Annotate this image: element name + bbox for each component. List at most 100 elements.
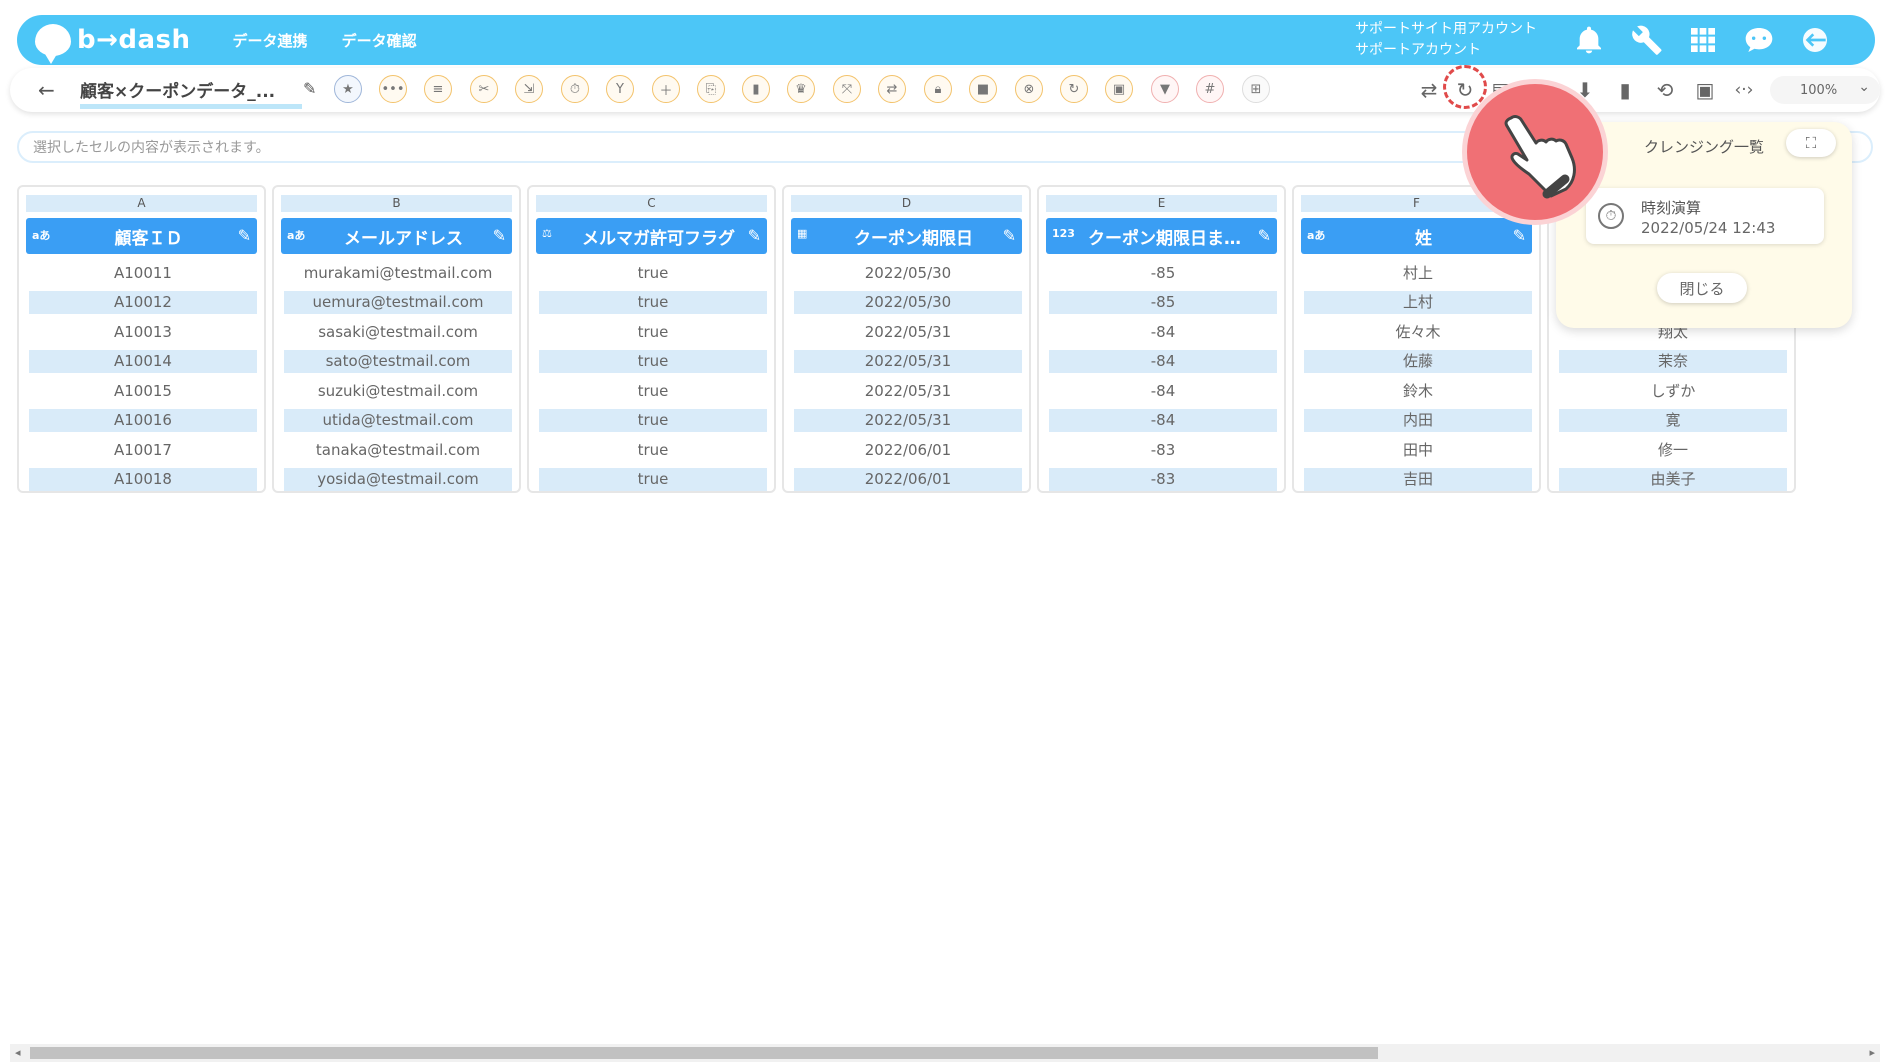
table-cell[interactable]: 茉奈 bbox=[1559, 350, 1787, 373]
table-cell[interactable]: -84 bbox=[1049, 409, 1277, 432]
box-icon[interactable]: ■ bbox=[969, 75, 997, 103]
scroll-right-icon[interactable]: ▸ bbox=[1869, 1046, 1875, 1059]
hash-icon[interactable]: # bbox=[1196, 75, 1224, 103]
zoom-select[interactable]: 100% ⌄ bbox=[1770, 76, 1880, 104]
column-letter[interactable]: C bbox=[536, 195, 767, 212]
column-header[interactable]: ▦ クーポン期限日 ✎ bbox=[791, 218, 1022, 254]
table-cell[interactable]: A10011 bbox=[29, 262, 257, 285]
table-cell[interactable]: 2022/06/01 bbox=[794, 439, 1022, 462]
table-cell[interactable]: 田中 bbox=[1304, 439, 1532, 462]
table-cell[interactable]: true bbox=[539, 380, 767, 403]
table-cell[interactable]: A10018 bbox=[29, 468, 257, 491]
close-button[interactable]: 閉じる bbox=[1657, 273, 1747, 303]
table-cell[interactable]: -84 bbox=[1049, 321, 1277, 344]
table-cell[interactable]: -84 bbox=[1049, 380, 1277, 403]
trash-icon[interactable]: ▮ bbox=[742, 75, 770, 103]
table-cell[interactable]: -83 bbox=[1049, 468, 1277, 491]
table-cell[interactable]: yosida@testmail.com bbox=[284, 468, 512, 491]
table-cell[interactable]: 上村 bbox=[1304, 291, 1532, 314]
expand-icon[interactable]: ⛶ bbox=[1786, 129, 1836, 157]
code-icon[interactable]: ‹·› bbox=[1730, 76, 1758, 104]
table-icon[interactable]: ⊞ bbox=[1242, 75, 1270, 103]
table-cell[interactable]: しずか bbox=[1559, 380, 1787, 403]
table-cell[interactable]: 2022/05/30 bbox=[794, 262, 1022, 285]
table-cell[interactable]: sasaki@testmail.com bbox=[284, 321, 512, 344]
scrollbar-thumb[interactable] bbox=[30, 1047, 1378, 1059]
back-arrow-icon[interactable]: ← bbox=[38, 78, 55, 102]
table-cell[interactable]: 吉田 bbox=[1304, 468, 1532, 491]
table-cell[interactable]: A10013 bbox=[29, 321, 257, 344]
account-info[interactable]: サポートサイト用アカウント サポートアカウント bbox=[1355, 19, 1537, 61]
table-cell[interactable]: 2022/05/31 bbox=[794, 350, 1022, 373]
table-cell[interactable]: 2022/06/01 bbox=[794, 468, 1022, 491]
camera-icon[interactable]: ▣ bbox=[1691, 76, 1719, 104]
more-icon[interactable]: ••• bbox=[379, 75, 407, 103]
table-cell[interactable]: true bbox=[539, 468, 767, 491]
table-cell[interactable]: A10016 bbox=[29, 409, 257, 432]
history-icon[interactable]: ⟲ bbox=[1651, 76, 1679, 104]
edit-pencil-icon[interactable]: ✎ bbox=[493, 226, 506, 245]
nav-data-check[interactable]: データ確認 bbox=[342, 30, 417, 51]
add-icon[interactable]: ＋ bbox=[652, 75, 680, 103]
scissors-icon[interactable]: ✂ bbox=[470, 75, 498, 103]
chat-icon[interactable] bbox=[1743, 24, 1775, 56]
edit-pencil-icon[interactable]: ✎ bbox=[238, 226, 251, 245]
table-cell[interactable]: 村上 bbox=[1304, 262, 1532, 285]
table-cell[interactable]: A10017 bbox=[29, 439, 257, 462]
table-cell[interactable]: tanaka@testmail.com bbox=[284, 439, 512, 462]
column-header[interactable]: aあ 顧客ＩＤ ✎ bbox=[26, 218, 257, 254]
column-letter[interactable]: A bbox=[26, 195, 257, 212]
table-cell[interactable]: 由美子 bbox=[1559, 468, 1787, 491]
table-cell[interactable]: A10014 bbox=[29, 350, 257, 373]
table-cell[interactable]: -85 bbox=[1049, 262, 1277, 285]
title-edit-icon[interactable]: ✎ bbox=[303, 79, 316, 98]
table-cell[interactable]: -85 bbox=[1049, 291, 1277, 314]
table-cell[interactable]: -84 bbox=[1049, 350, 1277, 373]
cancel-icon[interactable]: ⊗ bbox=[1015, 75, 1043, 103]
column-header[interactable]: aあ 姓 ✎ bbox=[1301, 218, 1532, 254]
cleansing-item[interactable]: ⏱ 時刻演算 2022/05/24 12:43 bbox=[1586, 188, 1824, 244]
edit-pencil-icon[interactable]: ✎ bbox=[1258, 226, 1271, 245]
table-cell[interactable]: true bbox=[539, 350, 767, 373]
column-letter[interactable]: D bbox=[791, 195, 1022, 212]
swap-icon[interactable]: ⇄ bbox=[878, 75, 906, 103]
table-cell[interactable]: 佐藤 bbox=[1304, 350, 1532, 373]
table-cell[interactable]: true bbox=[539, 262, 767, 285]
scroll-left-icon[interactable]: ◂ bbox=[15, 1046, 21, 1059]
nav-data-link[interactable]: データ連携 bbox=[233, 30, 308, 51]
column-header[interactable]: 123 クーポン期限日まで… ✎ bbox=[1046, 218, 1277, 254]
table-cell[interactable]: utida@testmail.com bbox=[284, 409, 512, 432]
list-icon[interactable]: ≡ bbox=[424, 75, 452, 103]
column-header[interactable]: aあ メールアドレス ✎ bbox=[281, 218, 512, 254]
filter-icon[interactable]: ▼ bbox=[1151, 75, 1179, 103]
table-cell[interactable]: sato@testmail.com bbox=[284, 350, 512, 373]
table-cell[interactable]: 寛 bbox=[1559, 409, 1787, 432]
logout-icon[interactable] bbox=[1799, 24, 1831, 56]
table-cell[interactable]: true bbox=[539, 409, 767, 432]
column-letter[interactable]: E bbox=[1046, 195, 1277, 212]
timer-icon[interactable]: ⏱ bbox=[561, 75, 589, 103]
refresh-tool-icon[interactable]: ↻ bbox=[1060, 75, 1088, 103]
edit-pencil-icon[interactable]: ✎ bbox=[1003, 226, 1016, 245]
table-cell[interactable]: true bbox=[539, 291, 767, 314]
page-title[interactable]: 顧客×クーポンデータ_... bbox=[80, 77, 302, 109]
edit-pencil-icon[interactable]: ✎ bbox=[748, 226, 761, 245]
table-cell[interactable]: suzuki@testmail.com bbox=[284, 380, 512, 403]
grid-icon[interactable] bbox=[1687, 24, 1719, 56]
wrench-icon[interactable] bbox=[1631, 24, 1663, 56]
table-cell[interactable]: 佐々木 bbox=[1304, 321, 1532, 344]
copy-icon[interactable]: ⎘ bbox=[697, 75, 725, 103]
sync-icon[interactable]: ⇄ bbox=[1415, 76, 1443, 104]
table-cell[interactable]: murakami@testmail.com bbox=[284, 262, 512, 285]
table-cell[interactable]: true bbox=[539, 439, 767, 462]
edit-pencil-icon[interactable]: ✎ bbox=[1513, 226, 1526, 245]
table-cell[interactable]: 内田 bbox=[1304, 409, 1532, 432]
compress-icon[interactable]: ⇲ bbox=[515, 75, 543, 103]
bell-icon[interactable] bbox=[1573, 24, 1605, 56]
table-cell[interactable]: 2022/05/31 bbox=[794, 321, 1022, 344]
horizontal-scrollbar[interactable]: ◂ ▸ bbox=[10, 1044, 1880, 1062]
logo[interactable]: b→dash bbox=[35, 15, 191, 65]
table-cell[interactable]: 鈴木 bbox=[1304, 380, 1532, 403]
branch-icon[interactable]: Y bbox=[606, 75, 634, 103]
table-cell[interactable]: 2022/05/31 bbox=[794, 409, 1022, 432]
